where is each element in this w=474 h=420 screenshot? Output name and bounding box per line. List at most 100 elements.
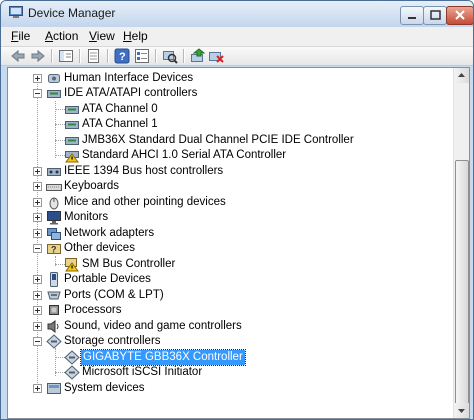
help-button[interactable]: ? — [113, 47, 131, 65]
help-icon: ? — [114, 48, 130, 64]
tree-node-ata-channel-0[interactable]: ATA Channel 0 — [8, 102, 448, 117]
toolbar-separator — [51, 49, 53, 63]
maximize-button[interactable] — [423, 6, 447, 25]
tree-node-portable-devices[interactable]: Portable Devices — [8, 272, 448, 287]
tree-node-sound-video-game[interactable]: Sound, video and game controllers — [8, 319, 448, 334]
storage-device-icon — [64, 365, 80, 380]
menu-file-label: ile — [18, 29, 31, 43]
mouse-icon — [46, 195, 62, 210]
tree-node-label: Processors — [64, 304, 122, 316]
other-devices-icon: ? — [46, 241, 62, 256]
menu-help[interactable]: Help — [123, 29, 148, 43]
ata-channel-icon — [64, 117, 80, 132]
tree-node-other-devices[interactable]: ? Other devices — [8, 241, 448, 256]
expand-icon[interactable] — [33, 167, 42, 176]
menu-view-accelerator: V — [89, 29, 97, 43]
ata-channel-icon — [64, 102, 80, 117]
tree-node-label: Ports (COM & LPT) — [64, 289, 164, 301]
tree-node-human-interface-devices[interactable]: Human Interface Devices — [8, 71, 448, 86]
expand-icon[interactable] — [33, 291, 42, 300]
device-tree: Human Interface Devices IDE ATA/ATAPI co… — [8, 68, 454, 418]
tree-node-sm-bus-controller[interactable]: SM Bus Controller — [8, 257, 448, 272]
system-devices-icon — [46, 381, 62, 396]
tree-node-network-adapters[interactable]: Network adapters — [8, 226, 448, 241]
tree-node-keyboards[interactable]: Keyboards — [8, 179, 448, 194]
tree-node-ide-ata-atapi-controllers[interactable]: IDE ATA/ATAPI controllers — [8, 86, 448, 101]
expand-icon[interactable] — [33, 213, 42, 222]
tree-node-label: IEEE 1394 Bus host controllers — [64, 165, 224, 177]
toolbar-separator — [107, 49, 109, 63]
tree-node-label: Monitors — [64, 211, 109, 223]
menu-file[interactable]: File — [11, 29, 30, 43]
tree-node-ports[interactable]: Ports (COM & LPT) — [8, 288, 448, 303]
expand-icon[interactable] — [33, 182, 42, 191]
tree-node-label: Human Interface Devices — [64, 72, 194, 84]
tree-node-microsoft-iscsi-initiator[interactable]: Microsoft iSCSI Initiator — [8, 365, 448, 380]
tree-node-label: ATA Channel 0 — [82, 103, 158, 115]
menu-bar: File Action View Help — [1, 27, 473, 47]
tree-node-label: Sound, video and game controllers — [64, 320, 242, 332]
plus-glyph — [35, 231, 40, 236]
storage-controller-icon — [46, 334, 62, 349]
expand-icon[interactable] — [33, 306, 42, 315]
back-button[interactable] — [9, 47, 27, 65]
close-button[interactable] — [446, 6, 473, 25]
export-list-button[interactable] — [85, 47, 103, 65]
tree-node-storage-controllers[interactable]: Storage controllers — [8, 334, 448, 349]
scroll-up-button[interactable] — [454, 68, 469, 83]
tree-node-mice[interactable]: Mice and other pointing devices — [8, 195, 448, 210]
expand-icon[interactable] — [33, 74, 42, 83]
tree-node-jmb36x-ide-controller[interactable]: JMB36X Standard Dual Channel PCIE IDE Co… — [8, 133, 448, 148]
plus-glyph — [35, 308, 40, 313]
tree-node-processors[interactable]: Processors — [8, 303, 448, 318]
expand-icon[interactable] — [33, 384, 42, 393]
tree-node-ieee-1394[interactable]: IEEE 1394 Bus host controllers — [8, 164, 448, 179]
plus-glyph — [35, 76, 40, 81]
tree-node-label-selected: GIGABYTE GBB36X Controller — [80, 349, 246, 366]
plus-glyph — [35, 184, 40, 189]
tree-node-standard-ahci-controller[interactable]: Standard AHCI 1.0 Serial ATA Controller — [8, 148, 448, 163]
tree-node-label: Network adapters — [64, 227, 155, 239]
tree-node-label: IDE ATA/ATAPI controllers — [64, 87, 198, 99]
menu-view[interactable]: View — [89, 29, 115, 43]
tree-node-gigabyte-gbb36x-controller[interactable]: GIGABYTE GBB36X Controller — [8, 349, 448, 366]
ide-controller-icon — [46, 86, 62, 101]
vertical-scrollbar[interactable] — [453, 68, 469, 418]
tree-node-label: ATA Channel 1 — [82, 118, 158, 130]
tree-node-monitors[interactable]: Monitors — [8, 210, 448, 225]
toolbar-separator — [155, 49, 157, 63]
expand-icon[interactable] — [33, 229, 42, 238]
sound-icon — [46, 319, 62, 334]
collapse-icon[interactable] — [33, 337, 42, 346]
forward-arrow-icon — [31, 49, 45, 63]
title-bar[interactable]: Device Manager — [1, 1, 473, 27]
update-driver-button[interactable] — [189, 47, 207, 65]
uninstall-button[interactable] — [207, 47, 225, 65]
plus-glyph — [35, 324, 40, 329]
tree-node-label: Mice and other pointing devices — [64, 196, 226, 208]
collapse-icon[interactable] — [33, 89, 42, 98]
menu-action[interactable]: Action — [45, 29, 78, 43]
scroll-up-arrow-icon — [458, 73, 465, 77]
device-manager-icon — [9, 6, 23, 18]
back-arrow-icon — [11, 49, 25, 63]
tree-node-system-devices[interactable]: System devices — [8, 381, 448, 396]
tree-node-ata-channel-1[interactable]: ATA Channel 1 — [8, 117, 448, 132]
tree-node-label: JMB36X Standard Dual Channel PCIE IDE Co… — [82, 134, 354, 146]
tree-node-label: System devices — [64, 382, 145, 394]
scrollbar-thumb[interactable] — [455, 160, 469, 406]
menu-help-accelerator: H — [123, 29, 132, 43]
forward-button[interactable] — [29, 47, 47, 65]
show-hide-console-tree-button[interactable] — [57, 47, 75, 65]
scan-for-hardware-changes-button[interactable] — [161, 47, 179, 65]
toolbar-separator — [79, 49, 81, 63]
scroll-down-button[interactable] — [454, 403, 469, 418]
expand-icon[interactable] — [33, 198, 42, 207]
tree-node-label: Microsoft iSCSI Initiator — [82, 366, 203, 378]
properties-button[interactable] — [133, 47, 151, 65]
expand-icon[interactable] — [33, 322, 42, 331]
minus-glyph — [35, 93, 40, 94]
expand-icon[interactable] — [33, 275, 42, 284]
collapse-icon[interactable] — [33, 244, 42, 253]
minimize-button[interactable] — [400, 6, 424, 25]
